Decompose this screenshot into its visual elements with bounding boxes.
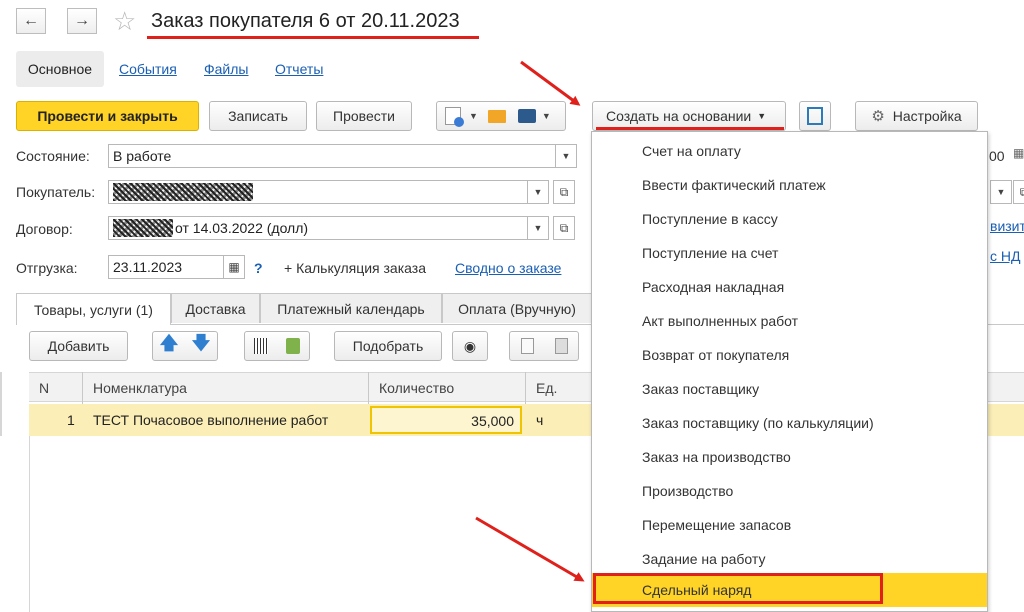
arrow-to-piecework-item (475, 516, 585, 582)
arrow-to-create-button (520, 60, 581, 106)
annotation-arrows (475, 60, 585, 582)
